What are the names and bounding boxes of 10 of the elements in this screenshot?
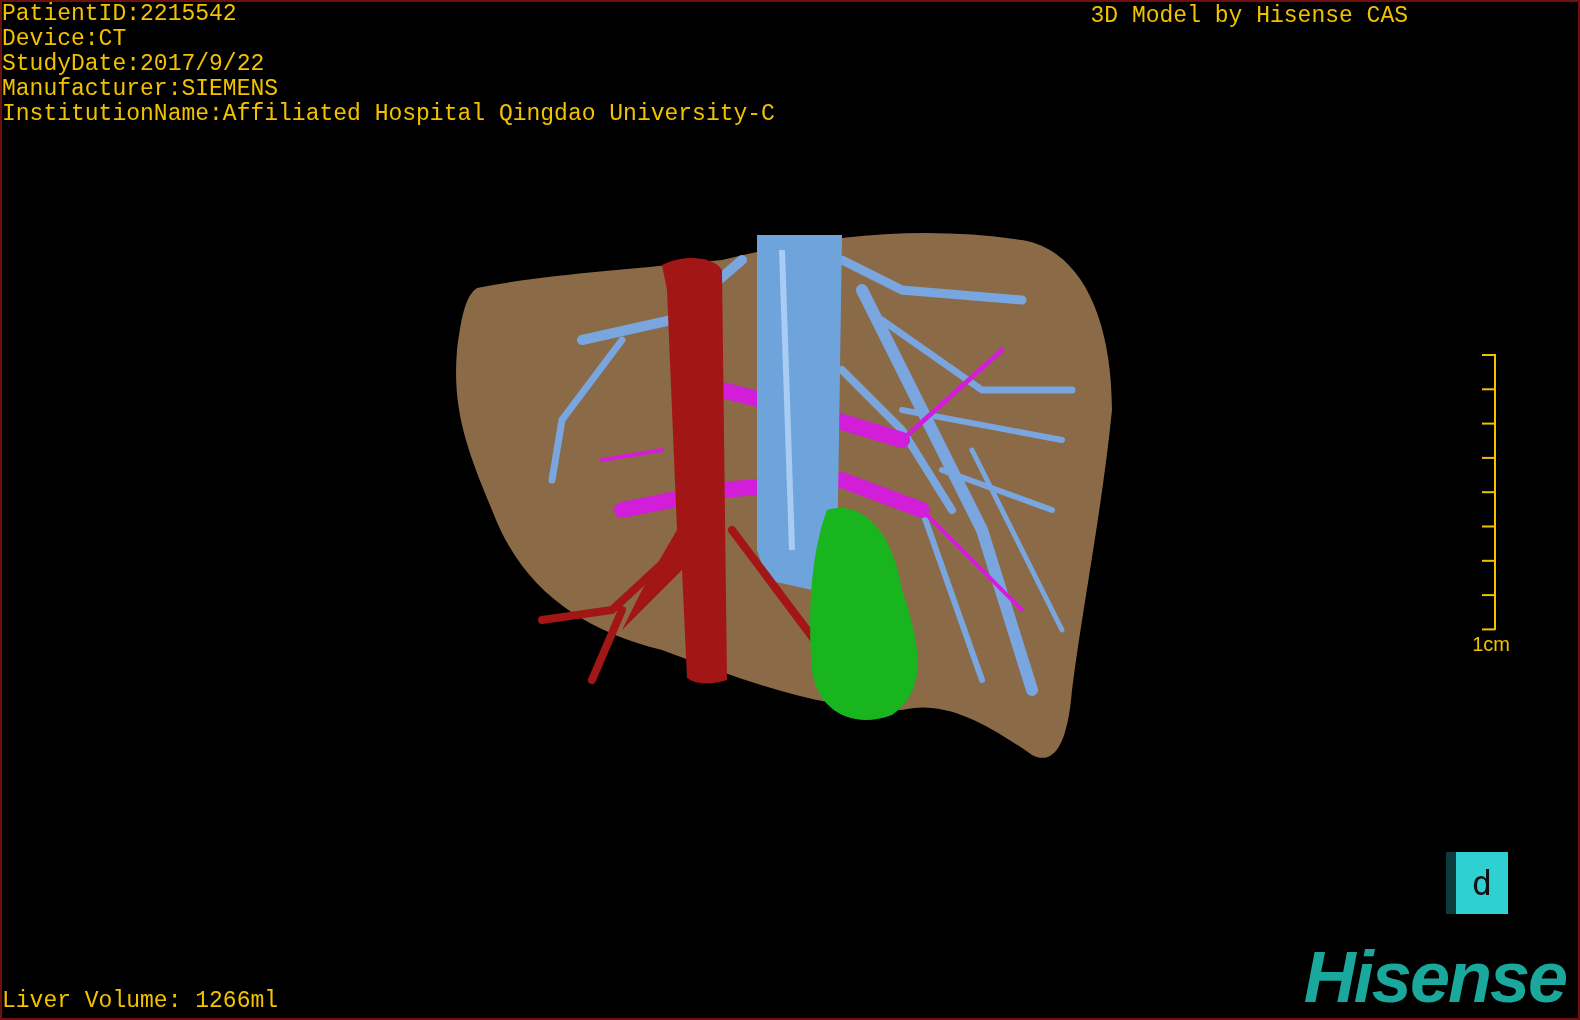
patient-info-text: Device:CT — [2, 27, 128, 52]
patient-info-text: StudyDate:2017/9/22 — [2, 52, 266, 77]
brand-logo: Hisense — [1303, 942, 1567, 1012]
liver-volume-text: Liver Volume: 1266ml — [2, 988, 279, 1014]
patient-info-text: Manufacturer:SIEMENS — [2, 77, 280, 102]
patient-info-text: PatientID:2215542 — [2, 2, 238, 27]
patient-info-text: InstitutionName:Affiliated Hospital Qingdao University-C — [2, 102, 775, 127]
key-button[interactable]: d — [1446, 852, 1508, 914]
scale-label: 1cm — [1472, 633, 1510, 656]
model-caption: 3D Model by Hisense CAS — [1090, 2, 1408, 30]
